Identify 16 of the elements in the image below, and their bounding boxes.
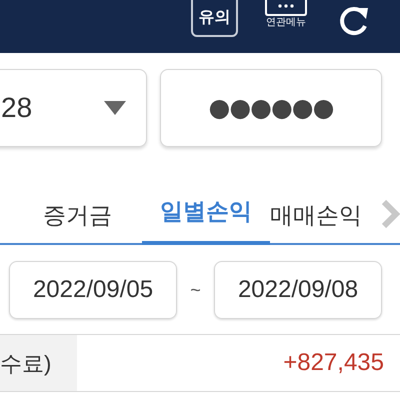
start-date-field[interactable]: 2022/09/05: [9, 261, 177, 319]
password-field[interactable]: ●●●●●●: [160, 69, 382, 147]
end-date-field[interactable]: 2022/09/08: [214, 261, 382, 319]
refresh-icon[interactable]: [337, 4, 371, 38]
account-number: 28: [1, 91, 32, 125]
account-dropdown[interactable]: 28: [0, 69, 147, 147]
range-separator: ~: [189, 278, 202, 302]
summary-value: +827,435: [282, 348, 385, 378]
notice-button[interactable]: 유의: [191, 0, 238, 37]
tab[interactable]: 일별손익: [142, 185, 270, 245]
related-menu-label[interactable]: 연관메뉴: [266, 18, 306, 28]
summary-label: 수료): [0, 335, 77, 391]
caret-icon: [104, 101, 126, 115]
tab[interactable]: 매매손익: [270, 185, 400, 245]
tab[interactable]: 증거금: [0, 185, 142, 245]
more-icon[interactable]: [264, 0, 308, 16]
